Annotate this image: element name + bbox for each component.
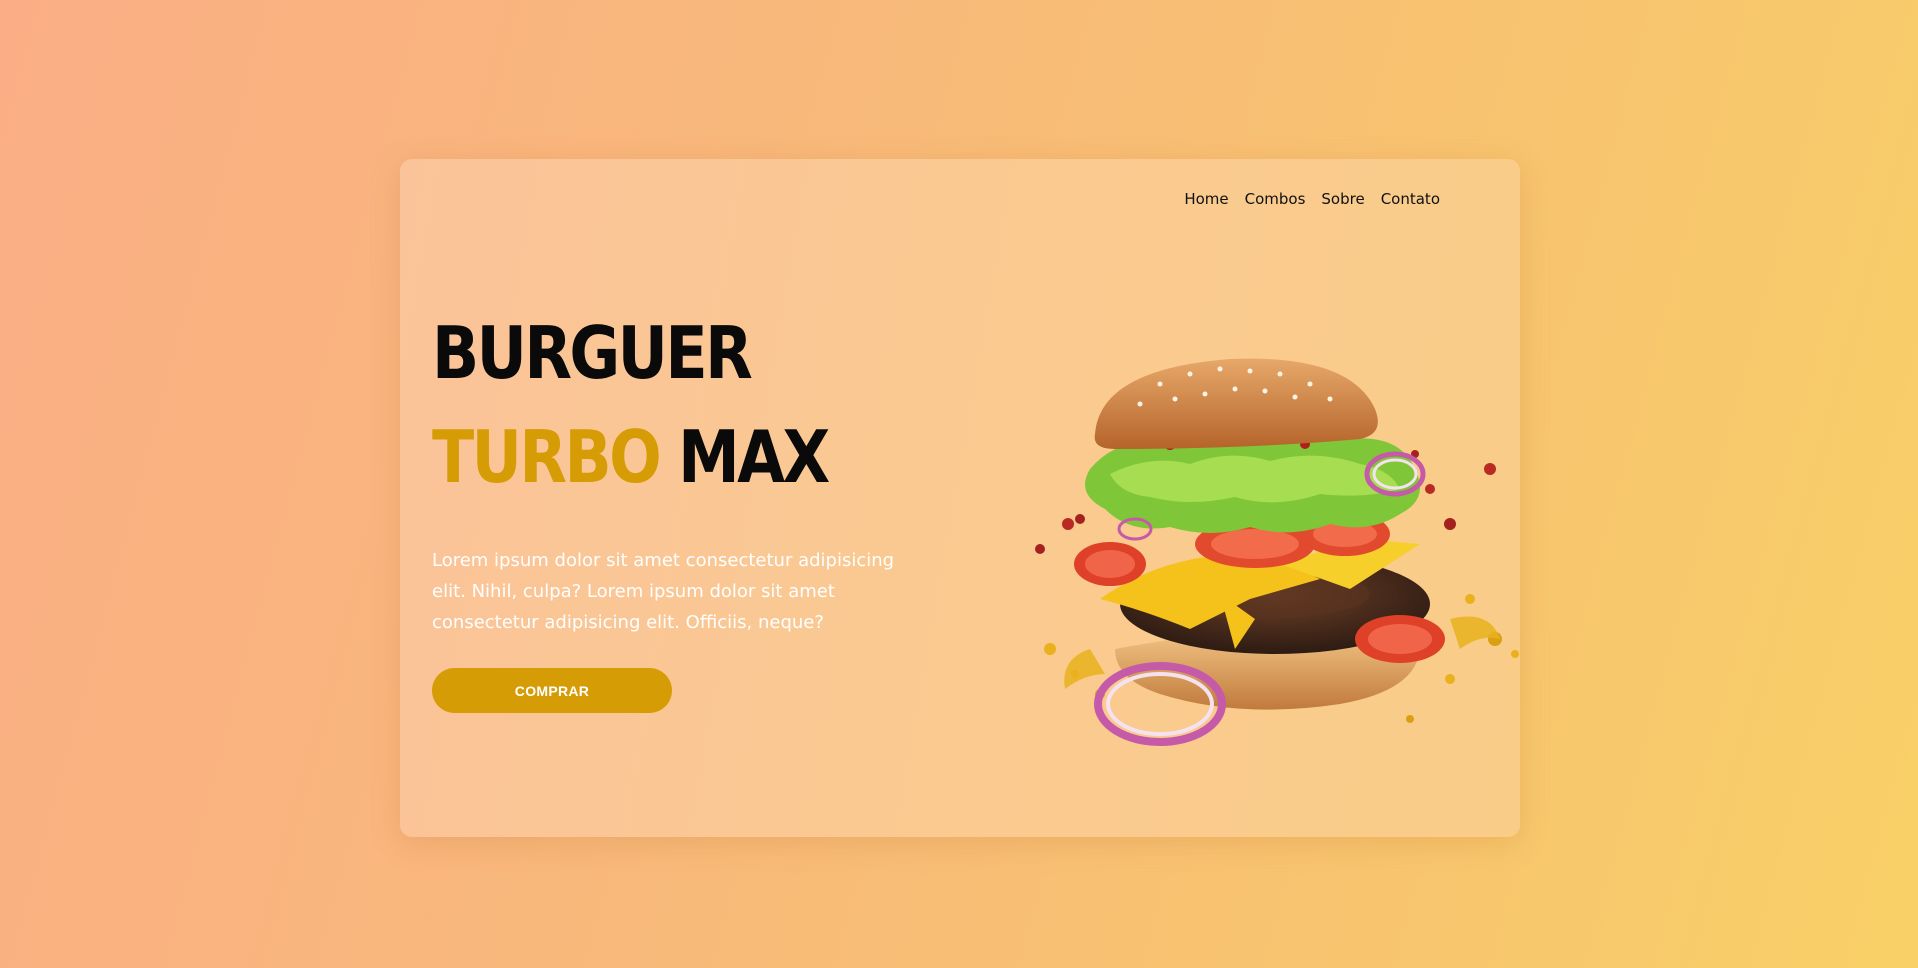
hero-title-line-1: BURGUER	[432, 311, 753, 395]
burger-illustration	[1035, 358, 1519, 746]
nav-contato-link[interactable]: Contato	[1381, 189, 1440, 209]
hero-card: Home Combos Sobre Contato BURGUER TURBO …	[400, 159, 1520, 837]
hero-title-accent: TURBO	[432, 415, 662, 499]
main-nav: Home Combos Sobre Contato	[1184, 189, 1440, 209]
hero-title-line-2: TURBO MAX	[432, 415, 830, 499]
hero-description: Lorem ipsum dolor sit amet consectetur a…	[432, 550, 895, 633]
buy-button[interactable]: COMPRAR	[432, 668, 672, 713]
nav-combos-link[interactable]: Combos	[1245, 189, 1306, 209]
top-bun	[1094, 358, 1378, 449]
nav-home-link[interactable]: Home	[1184, 189, 1228, 209]
nav-sobre-link[interactable]: Sobre	[1321, 189, 1364, 209]
hero-title-rest: MAX	[678, 415, 830, 499]
